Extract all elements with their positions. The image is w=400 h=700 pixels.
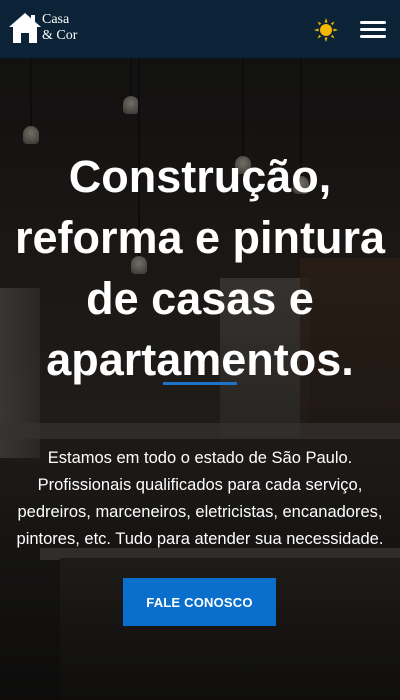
logo-line-2: & Cor	[42, 28, 78, 43]
page: Casa & Cor Construção, reforma e pintura…	[0, 0, 400, 700]
hero-headline: Construção, reforma e pintura de casas e…	[14, 151, 386, 385]
logo-line-1: Casa	[42, 12, 70, 27]
hero-description: Estamos em todo o estado de São Paulo. P…	[16, 449, 384, 548]
hamburger-menu-icon[interactable]	[360, 21, 386, 39]
logo-link[interactable]: Casa & Cor	[7, 9, 97, 49]
logo-text: Casa & Cor	[42, 12, 77, 44]
house-logo-icon	[9, 13, 41, 43]
headline-divider	[163, 382, 237, 385]
sun-icon[interactable]	[314, 18, 338, 42]
top-navbar: Casa & Cor	[0, 0, 400, 58]
hero-section: Construção, reforma e pintura de casas e…	[0, 58, 400, 700]
contact-us-button[interactable]: FALE CONOSCO	[123, 578, 276, 626]
